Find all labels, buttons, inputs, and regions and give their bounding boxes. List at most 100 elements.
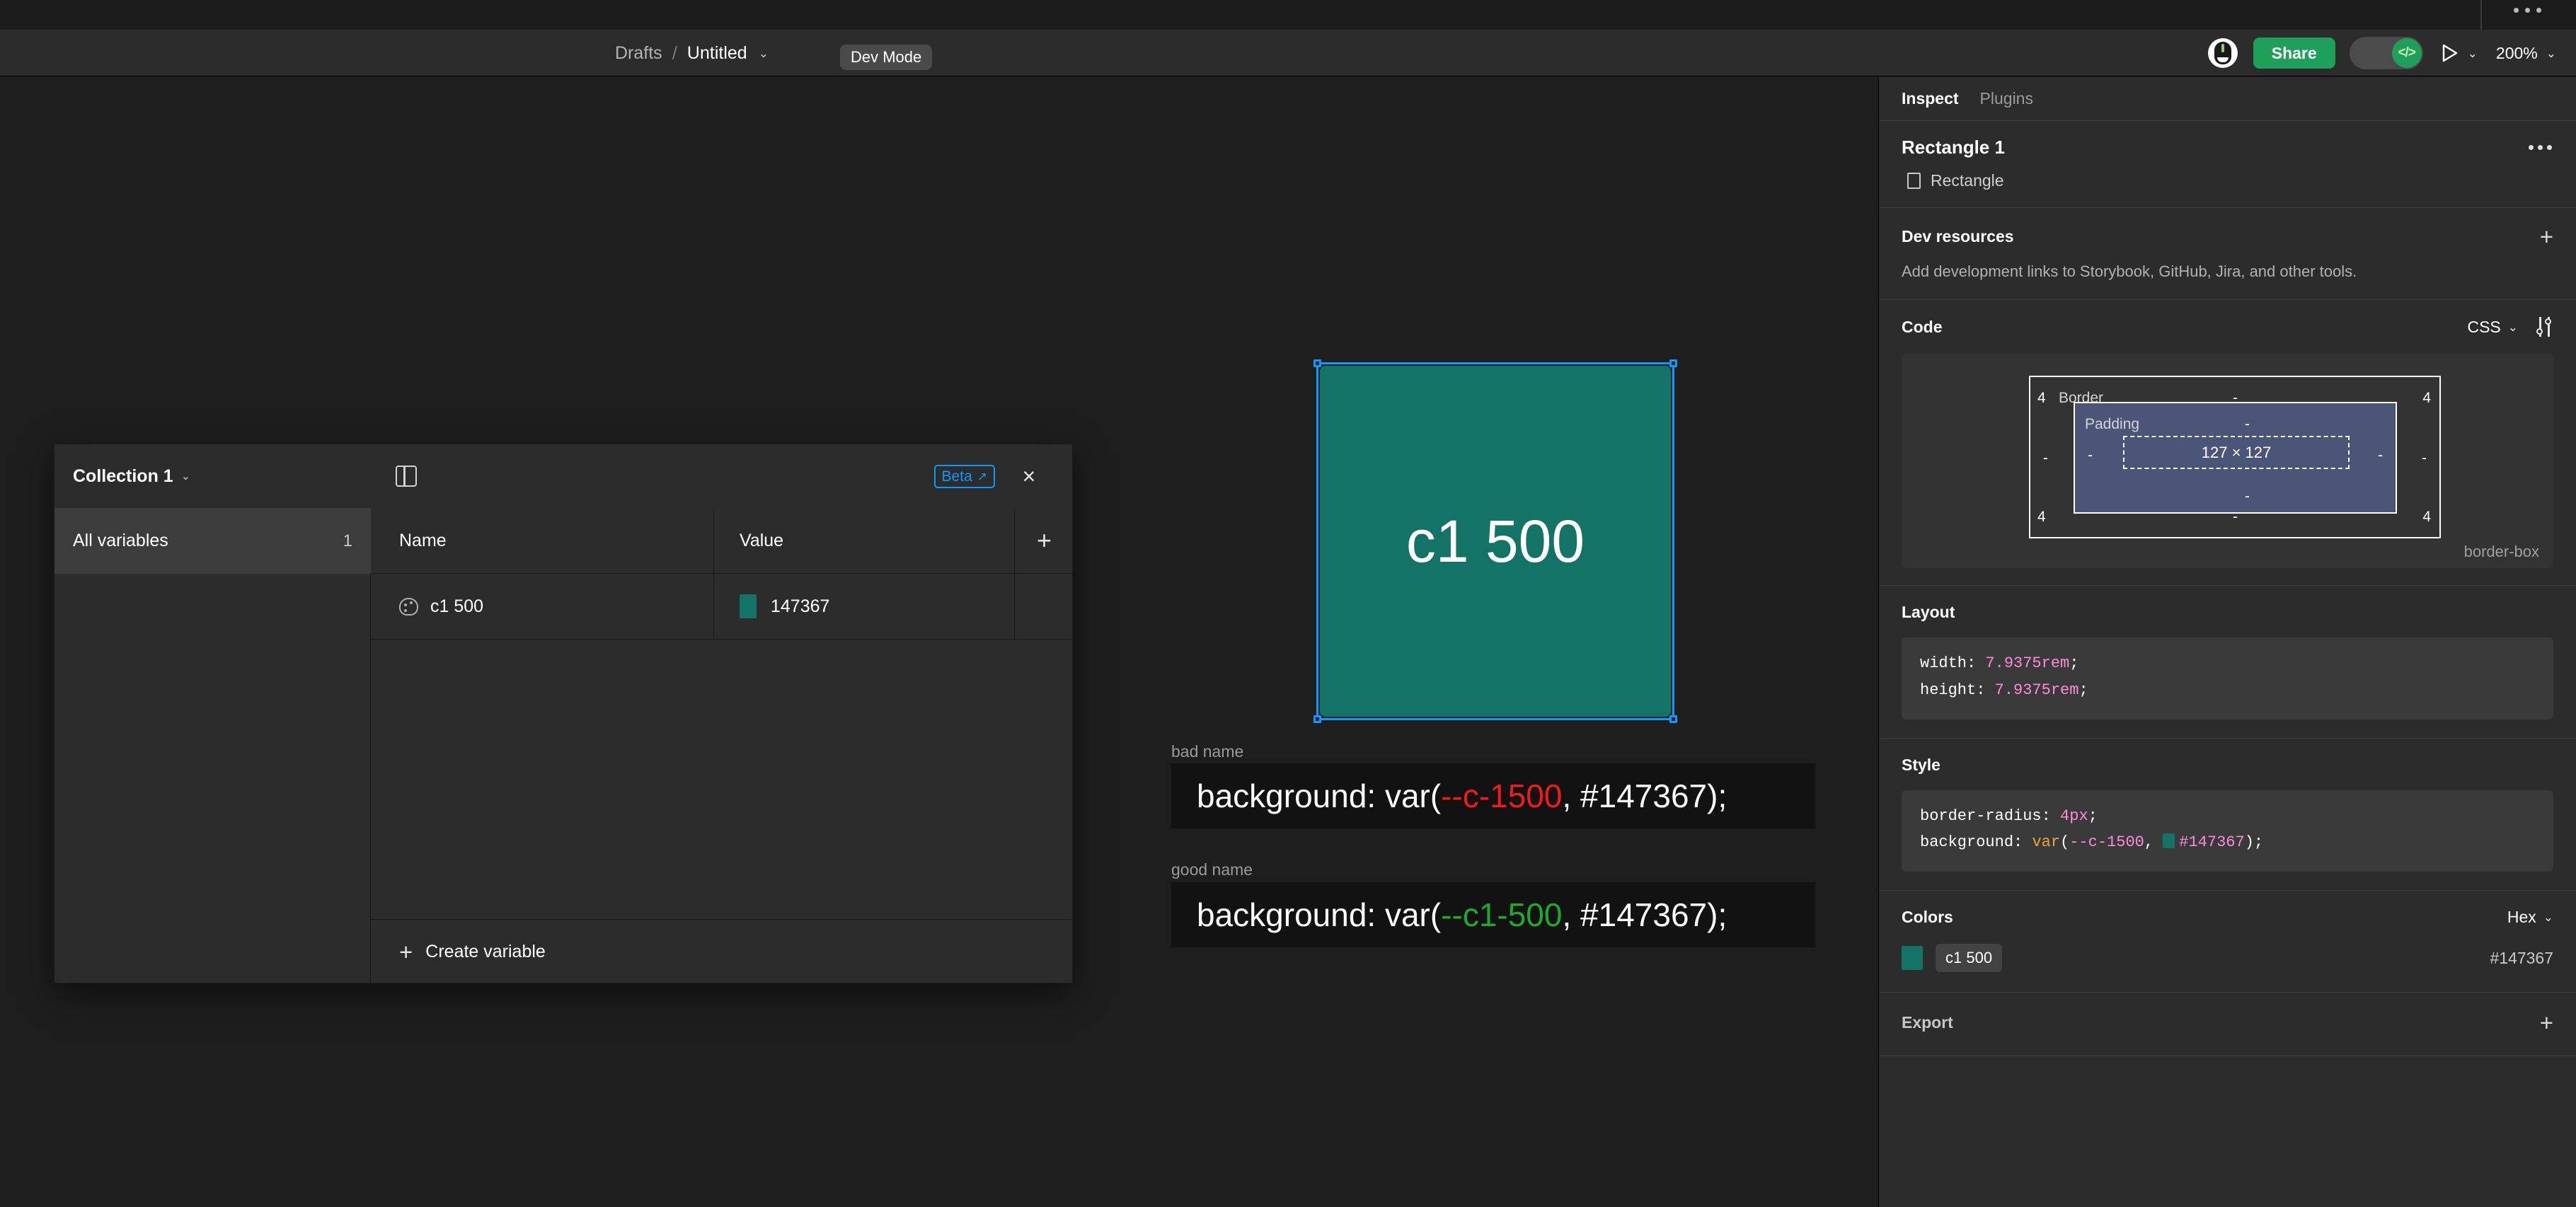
layer-summary-section: Rectangle 1 Rectangle [1879, 121, 2576, 208]
css-var-name: --c-1500 [2069, 833, 2144, 852]
border-top-right-value: 4 [2422, 390, 2431, 406]
cell-row-actions [1015, 574, 1072, 640]
layout-code-block[interactable]: width: 7.9375rem; height: 7.9375rem; [1902, 637, 2553, 720]
box-sizing-label: border-box [2463, 543, 2539, 560]
cell-variable-value[interactable]: 147367 [714, 573, 1015, 640]
selection-handle-br[interactable] [1669, 715, 1677, 723]
design-canvas[interactable]: c1 500 bad name background: var(--c-1500… [0, 77, 1878, 1207]
color-variable-chip[interactable]: c1 500 [1936, 944, 2003, 973]
snippet-prefix: background: var( [1197, 778, 1442, 814]
box-model-padding-label: Padding [2085, 416, 2140, 432]
style-code-line-background: background: var(--c-1500, #147367); [1920, 833, 2264, 852]
layer-type-row: Rectangle [1902, 158, 2553, 207]
chevron-down-icon: ⌄ [180, 470, 191, 483]
chevron-down-icon: ⌄ [2543, 911, 2553, 925]
present-control[interactable]: ⌄ [2442, 43, 2478, 63]
chevron-down-icon[interactable]: ⌄ [759, 47, 769, 59]
layout-title: Layout [1902, 603, 1955, 621]
dev-mode-badge[interactable]: Dev Mode [840, 45, 933, 70]
chevron-down-icon[interactable]: ⌄ [2546, 47, 2556, 59]
create-variable-label: Create variable [425, 942, 546, 961]
dev-resources-title: Dev resources [1902, 227, 2014, 246]
variable-value-text: 147367 [771, 596, 830, 616]
avatar[interactable] [2207, 38, 2238, 68]
border-bottom-right-value: 4 [2422, 509, 2431, 525]
sidebar-item-count: 1 [343, 531, 352, 550]
layout-section: Layout width: 7.9375rem; height: 7.9375r… [1879, 586, 2576, 739]
variables-modal: Collection 1 ⌄ Beta ↗ × All variables 1 … [54, 444, 1073, 983]
color-list-item[interactable]: c1 500 #147367 [1902, 927, 2553, 992]
snippet-suffix: , #147367); [1562, 778, 1727, 814]
layout-header: Layout [1902, 586, 2553, 622]
beta-badge[interactable]: Beta ↗ [933, 465, 995, 488]
dev-resources-helper-text: Add development links to Storybook, GitH… [1902, 262, 2357, 280]
zoom-level-label[interactable]: 200% [2496, 44, 2538, 63]
dev-resources-section: Dev resources + Add development links to… [1879, 208, 2576, 300]
collection-selector[interactable]: Collection 1 ⌄ [54, 444, 371, 508]
code-header: Code CSS ⌄ [1902, 300, 2553, 337]
add-variable-button[interactable]: + [1015, 508, 1072, 574]
color-format-select[interactable]: Hex ⌄ [2507, 908, 2553, 927]
variable-name-text: c1 500 [430, 596, 484, 616]
sidebar-toggle-icon[interactable] [396, 466, 417, 487]
table-row[interactable]: c1 500 147367 [371, 573, 1072, 640]
tab-plugins[interactable]: Plugins [1980, 89, 2033, 108]
layer-title-row: Rectangle 1 [1902, 121, 2553, 158]
close-icon[interactable]: × [1018, 465, 1040, 488]
style-code-line-radius: border-radius: 4px; [1920, 807, 2098, 825]
variables-table: Name Value + c1 500 147367 [371, 507, 1072, 983]
code-language-select[interactable]: CSS ⌄ [2467, 318, 2518, 337]
selected-rectangle[interactable]: c1 500 [1313, 359, 1677, 723]
style-code-block[interactable]: border-radius: 4px; background: var(--c-… [1902, 790, 2553, 872]
colors-section: Colors Hex ⌄ c1 500 #147367 [1879, 891, 2576, 993]
css-prop-background: background [1920, 833, 2014, 852]
snippet-prefix: background: var( [1197, 896, 1442, 933]
css-value-width: 7.9375rem [1985, 654, 2070, 672]
sliders-icon[interactable] [2535, 317, 2553, 337]
snippet-token-good: --c1-500 [1441, 896, 1563, 933]
chevron-down-icon[interactable]: ⌄ [2468, 47, 2478, 59]
variables-modal-body: All variables 1 Name Value + c1 500 1473… [54, 507, 1072, 983]
colors-header: Colors Hex ⌄ [1902, 891, 2553, 927]
more-horizontal-icon[interactable] [2514, 8, 2541, 13]
rectangle-fill: c1 500 [1320, 366, 1671, 717]
add-dev-resource-button[interactable]: + [2540, 225, 2553, 248]
beta-label: Beta [941, 468, 972, 485]
snippet-label-good: good name [1171, 860, 1253, 879]
share-button[interactable]: Share [2253, 37, 2335, 69]
padding-top-value: - [2245, 416, 2250, 432]
figma-dev-mode-window: Drafts / Untitled ⌄ Dev Mode Share </> ⌄… [0, 0, 2576, 1207]
breadcrumb-file-name[interactable]: Untitled [687, 43, 747, 64]
code-title: Code [1902, 317, 1943, 336]
breadcrumb-root[interactable]: Drafts [615, 43, 662, 64]
external-link-icon: ↗ [977, 470, 987, 483]
plus-icon: + [399, 939, 413, 965]
rectangle-icon [1907, 173, 1921, 189]
selection-handle-bl[interactable] [1313, 715, 1321, 723]
css-fn-var: var [2032, 833, 2061, 852]
code-header-controls: CSS ⌄ [2467, 317, 2553, 337]
more-horizontal-icon[interactable] [2529, 145, 2553, 150]
snippet-label-bad: bad name [1171, 742, 1244, 761]
box-model-diagram: Border 4 4 4 4 - - - - Padding - - - - 1… [1902, 354, 2553, 568]
create-variable-button[interactable]: + Create variable [371, 919, 1072, 983]
color-swatch [1902, 946, 1923, 971]
tab-inspect[interactable]: Inspect [1902, 89, 1959, 108]
inline-color-swatch [2163, 833, 2175, 849]
toolbar-right-actions: Share </> ⌄ 200% ⌄ [2207, 30, 2556, 76]
box-model-padding-box: Padding - - - - 127 × 127 [2074, 402, 2397, 514]
box-model-content-box: 127 × 127 [2123, 436, 2350, 469]
layout-code-line-height: height: 7.9375rem; [1920, 681, 2088, 699]
sidebar-item-all-variables[interactable]: All variables 1 [54, 508, 371, 574]
play-icon[interactable] [2442, 43, 2459, 63]
layer-type-label: Rectangle [1931, 171, 2004, 190]
border-left-value: - [2043, 450, 2048, 466]
selection-handle-tr[interactable] [1669, 359, 1677, 367]
breadcrumb: Drafts / Untitled ⌄ [615, 30, 769, 76]
column-header-name: Name [371, 507, 714, 574]
cell-variable-name[interactable]: c1 500 [371, 573, 714, 640]
add-export-button[interactable]: + [2540, 1011, 2553, 1034]
snippet-card-bad: background: var(--c-1500, #147367); [1171, 763, 1815, 828]
selection-handle-tl[interactable] [1313, 359, 1321, 367]
dev-mode-toggle[interactable]: </> [2349, 37, 2423, 69]
